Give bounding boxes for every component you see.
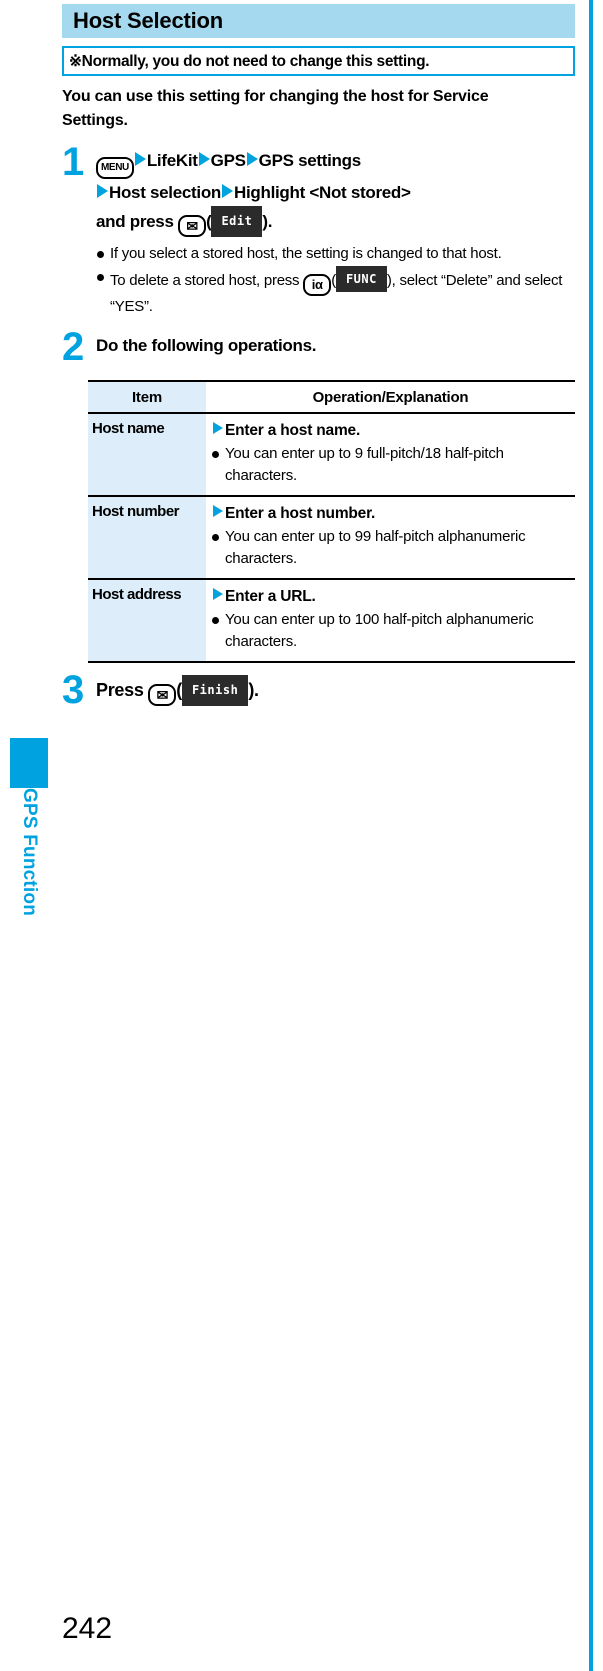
- arrow-right-icon: [134, 152, 146, 166]
- step-2-number: 2: [62, 325, 85, 369]
- press-label: Press: [96, 680, 144, 700]
- arrow-right-icon: [246, 152, 258, 166]
- arrow-right-icon: [222, 184, 233, 198]
- operation-heading-text: Enter a host number.: [225, 505, 376, 522]
- page-edge-rule: [589, 0, 593, 1671]
- softkey-func: FUNC: [335, 266, 387, 292]
- operations-table: Item Operation/Explanation Host name Ent…: [88, 380, 575, 663]
- operation-heading-text: Enter a URL.: [225, 588, 316, 605]
- note-text: ※Normally, you do not need to change thi…: [69, 52, 430, 70]
- menu-path-highlight-not-stored: Highlight <Not stored>: [234, 183, 411, 202]
- step-1-notes: If you select a stored host, the setting…: [96, 243, 575, 318]
- section-header: Host Selection: [62, 4, 575, 38]
- menu-path-host-selection: Host selection: [109, 183, 221, 202]
- step-1: 1 MENU LifeKit GPS GPS settings Host select…: [62, 140, 575, 318]
- cell-operation: Enter a host number. You can enter up to…: [206, 496, 575, 580]
- menu-path-lifekit: LifeKit: [146, 151, 198, 170]
- arrow-right-icon: [213, 422, 223, 434]
- note-text-pre: To delete a stored host, press: [110, 272, 300, 289]
- arrow-right-icon: [198, 152, 210, 166]
- arrow-right-icon: [213, 505, 223, 517]
- column-header-operation: Operation/Explanation: [206, 380, 575, 414]
- menu-key-icon: MENU: [96, 157, 134, 179]
- paren-close: ).: [262, 212, 273, 231]
- cell-item-name: Host name: [88, 413, 206, 497]
- step-2: 2 Do the following operations.: [62, 325, 575, 369]
- note-item: If you select a stored host, the setting…: [96, 243, 575, 265]
- step-3-body: Press ✉(Finish).: [96, 675, 575, 706]
- table-row: Host number Enter a host number. You can…: [88, 496, 575, 580]
- operation-note: You can enter up to 99 half-pitch alphan…: [212, 526, 575, 570]
- step-2-body: Do the following operations.: [96, 332, 575, 362]
- table-row: Host name Enter a host name. You can ent…: [88, 413, 575, 497]
- softkey-edit: Edit: [211, 206, 263, 237]
- mail-key-icon: ✉: [178, 215, 207, 237]
- imode-key-icon: iα: [303, 274, 332, 296]
- step-2-instruction: Do the following operations.: [96, 336, 317, 355]
- page-title: Host Selection: [73, 8, 224, 33]
- operation-heading: Enter a host name.: [212, 420, 575, 441]
- operation-heading: Enter a URL.: [212, 586, 575, 607]
- step-1-number: 1: [62, 140, 85, 184]
- arrow-right-icon: [97, 184, 108, 198]
- chapter-tab-marker: [10, 738, 48, 788]
- menu-path-gps-settings: GPS settings: [258, 151, 362, 170]
- intro-paragraph: You can use this setting for changing th…: [62, 88, 489, 129]
- table-header-row: Item Operation/Explanation: [88, 380, 575, 414]
- operation-note: You can enter up to 9 full-pitch/18 half…: [212, 443, 575, 487]
- chapter-label: GPS Function: [19, 788, 40, 917]
- page-content: Host Selection ※Normally, you do not nee…: [62, 0, 575, 712]
- paren-close: ).: [248, 680, 259, 700]
- mail-key-icon: ✉: [148, 684, 177, 706]
- operation-heading: Enter a host number.: [212, 503, 575, 524]
- cell-operation: Enter a URL. You can enter up to 100 hal…: [206, 579, 575, 663]
- arrow-right-icon: [213, 588, 223, 600]
- column-header-item: Item: [88, 380, 206, 414]
- cell-operation: Enter a host name. You can enter up to 9…: [206, 413, 575, 497]
- step-3: 3 Press ✉(Finish).: [62, 668, 575, 712]
- note-box: ※Normally, you do not need to change thi…: [62, 46, 575, 76]
- step-1-body: MENU LifeKit GPS GPS settings Host selectio…: [96, 147, 575, 318]
- softkey-finish: Finish: [181, 675, 249, 706]
- table-body: Host name Enter a host name. You can ent…: [88, 413, 575, 663]
- step-3-instruction: Press ✉(Finish).: [96, 675, 575, 706]
- menu-path-gps: GPS: [210, 151, 246, 170]
- note-item: To delete a stored host, press iα(FUNC),…: [96, 266, 575, 318]
- step-3-number: 3: [62, 668, 85, 712]
- press-label: and press: [96, 212, 174, 231]
- step-1-instruction: MENU LifeKit GPS GPS settings Host selectio…: [96, 147, 575, 237]
- operation-heading-text: Enter a host name.: [225, 422, 361, 439]
- table-header: Item Operation/Explanation: [88, 380, 575, 414]
- page-number: 242: [62, 1612, 113, 1645]
- cell-item-name: Host address: [88, 579, 206, 663]
- operation-note: You can enter up to 100 half-pitch alpha…: [212, 609, 575, 653]
- table-row: Host address Enter a URL. You can enter …: [88, 579, 575, 663]
- cell-item-name: Host number: [88, 496, 206, 580]
